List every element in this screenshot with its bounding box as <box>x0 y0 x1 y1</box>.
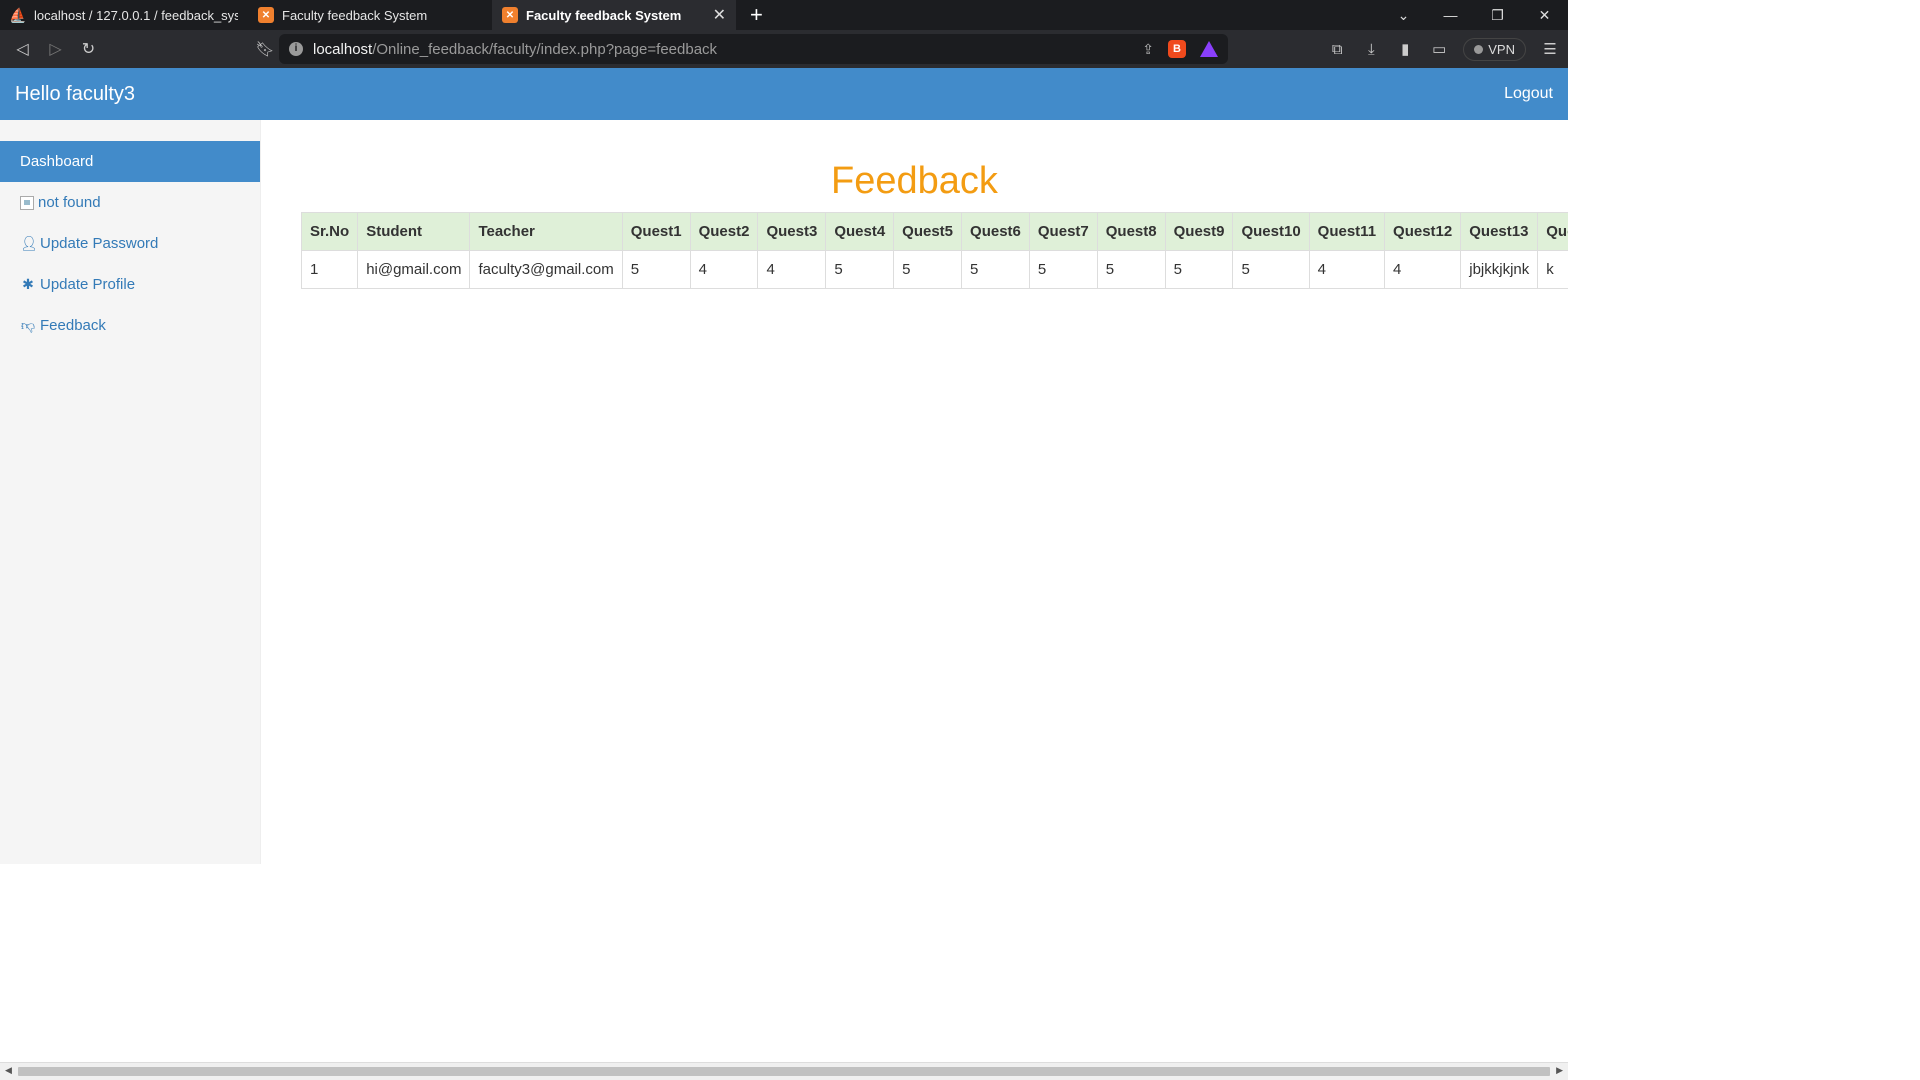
tab-faculty-feedback-active[interactable]: ✕ Faculty feedback System ✕ <box>492 0 736 30</box>
table-cell: jbjkkjkjnk <box>1460 250 1539 289</box>
column-header: Quest2 <box>689 212 759 251</box>
table-cell: 5 <box>1232 250 1310 289</box>
tab-title: Faculty feedback System <box>526 7 682 23</box>
sidebar-item-feedback[interactable]: 👎︎ Feedback <box>0 305 260 346</box>
table-cell: 5 <box>961 250 1030 289</box>
close-window-icon[interactable]: ✕ <box>1521 7 1568 24</box>
reload-icon[interactable]: ↻ <box>72 39 105 59</box>
restore-icon[interactable]: ❐ <box>1474 7 1521 24</box>
table-cell: 4 <box>689 250 759 289</box>
feedback-table: Sr.No Student Teacher Quest1 Quest2 Ques… <box>300 212 1568 289</box>
column-header: Quest11 <box>1308 212 1386 251</box>
table-cell: 4 <box>1308 250 1386 289</box>
table-cell: 4 <box>1384 250 1462 289</box>
sidebar-item-update-profile[interactable]: ✱ Update Profile <box>0 264 260 305</box>
thumbs-down-icon: 👎︎ <box>20 317 36 333</box>
horizontal-scrollbar[interactable]: ◀ ▶ <box>0 1062 1568 1080</box>
share-icon[interactable]: ⇪ <box>1142 41 1154 58</box>
site-info-icon[interactable]: i <box>289 42 303 56</box>
user-icon: 👤︎ <box>20 235 38 251</box>
table-cell: 5 <box>825 250 895 289</box>
logout-link[interactable]: Logout <box>1504 85 1553 103</box>
phpmyadmin-icon: ⛵ <box>9 6 27 23</box>
wallet-icon[interactable]: ▭ <box>1429 40 1449 58</box>
close-tab-icon[interactable]: ✕ <box>713 5 726 25</box>
browser-toolbar: ◁ ▷ ↻ 🔖︎ i localhost/Online_feedback/fac… <box>0 30 1568 68</box>
tab-title: localhost / 127.0.0.1 / feedback_system <box>34 7 238 23</box>
vpn-button[interactable]: VPN <box>1463 37 1526 61</box>
table-cell: 4 <box>757 250 827 289</box>
table-cell: 5 <box>893 250 963 289</box>
brave-shields-icon[interactable]: B <box>1168 40 1186 58</box>
browser-tab-bar: ⛵ localhost / 127.0.0.1 / feedback_syste… <box>0 0 1568 30</box>
window-controls: ⌄ — ❐ ✕ <box>1380 0 1568 30</box>
sidebar-item-label: Update Password <box>40 235 159 252</box>
column-header: Quest5 <box>893 212 963 251</box>
column-header: Quest1 <box>621 212 691 251</box>
download-icon[interactable]: ⤓ <box>1361 41 1381 58</box>
tab-faculty-feedback-1[interactable]: ✕ Faculty feedback System <box>248 0 492 30</box>
table-cell: 1 <box>300 250 359 289</box>
sidebar-item-update-password[interactable]: 👤︎ Update Password <box>0 223 260 264</box>
sidebar-item-label: Dashboard <box>20 153 94 170</box>
brave-rewards-icon[interactable] <box>1200 41 1218 57</box>
extensions-icon[interactable]: ⧉ <box>1327 41 1347 58</box>
column-header: Teacher <box>469 212 623 251</box>
scrollbar-thumb[interactable] <box>18 1067 1550 1076</box>
url-path: /Online_feedback/faculty/index.php?page=… <box>372 40 718 58</box>
app-header: Hello faculty3 Logout <box>0 68 1568 120</box>
table-header-row: Sr.No Student Teacher Quest1 Quest2 Ques… <box>300 212 1568 251</box>
sidebar-item-label: Update Profile <box>40 276 136 293</box>
column-header: Quest9 <box>1164 212 1234 251</box>
minimize-icon[interactable]: — <box>1427 7 1474 23</box>
bookmark-icon[interactable]: 🔖︎ <box>253 40 277 58</box>
page-title: Feedback <box>831 160 998 202</box>
tab-title: Faculty feedback System <box>282 7 428 23</box>
table-cell: 5 <box>1028 250 1098 289</box>
column-header: Quest6 <box>961 212 1030 251</box>
vpn-status-icon <box>1474 44 1484 54</box>
forward-icon[interactable]: ▷ <box>39 39 72 59</box>
table-cell: k <box>1537 250 1568 289</box>
tab-phpmyadmin[interactable]: ⛵ localhost / 127.0.0.1 / feedback_syste… <box>0 0 248 30</box>
column-header: Quest7 <box>1028 212 1098 251</box>
vpn-label: VPN <box>1488 41 1515 57</box>
column-header: Quest3 <box>757 212 827 251</box>
table-cell: 5 <box>621 250 691 289</box>
sidebar-item-dashboard[interactable]: Dashboard <box>0 141 260 182</box>
sidebar: Dashboard not found 👤︎ Update Password ✱… <box>0 120 261 864</box>
app-body: Dashboard not found 👤︎ Update Password ✱… <box>0 120 1568 864</box>
column-header: Quest12 <box>1384 212 1462 251</box>
xampp-icon: ✕ <box>502 7 518 23</box>
broken-image-icon <box>20 195 34 210</box>
column-header: Quest10 <box>1232 212 1310 251</box>
main-content: Feedback Sr.No Student Teacher Quest1 Qu… <box>261 120 1568 864</box>
column-header: Quest8 <box>1096 212 1166 251</box>
url-host: localhost <box>313 40 373 58</box>
scroll-right-arrow-icon[interactable]: ▶ <box>1556 1065 1563 1076</box>
table-cell: 5 <box>1096 250 1166 289</box>
column-header: Sr.No <box>300 212 359 251</box>
column-header: Quest4 <box>825 212 895 251</box>
asterisk-icon: ✱ <box>22 276 34 292</box>
sidebar-item-label: Feedback <box>40 317 106 334</box>
column-header: Quest13 <box>1460 212 1539 251</box>
sidebar-item-broken-image[interactable]: not found <box>0 182 260 223</box>
menu-icon[interactable]: ☰ <box>1540 40 1560 58</box>
sidebar-item-label: not found <box>38 194 101 211</box>
column-header: Student <box>357 212 471 251</box>
table-cell: faculty3@gmail.com <box>469 250 623 289</box>
new-tab-button[interactable]: + <box>736 0 777 30</box>
tab-list-chevron-icon[interactable]: ⌄ <box>1380 7 1427 24</box>
xampp-icon: ✕ <box>258 7 274 23</box>
table-row: 1 hi@gmail.com faculty3@gmail.com 5 4 4 … <box>300 250 1568 289</box>
sidebar-icon[interactable]: ▮ <box>1395 40 1415 58</box>
scroll-left-arrow-icon[interactable]: ◀ <box>5 1065 12 1076</box>
greeting: Hello faculty3 <box>15 82 136 105</box>
table-cell: 5 <box>1164 250 1234 289</box>
back-icon[interactable]: ◁ <box>6 39 39 59</box>
column-header: Quest14 <box>1537 212 1568 251</box>
address-bar[interactable]: i localhost/Online_feedback/faculty/inde… <box>279 34 1228 64</box>
table-cell: hi@gmail.com <box>357 250 471 289</box>
